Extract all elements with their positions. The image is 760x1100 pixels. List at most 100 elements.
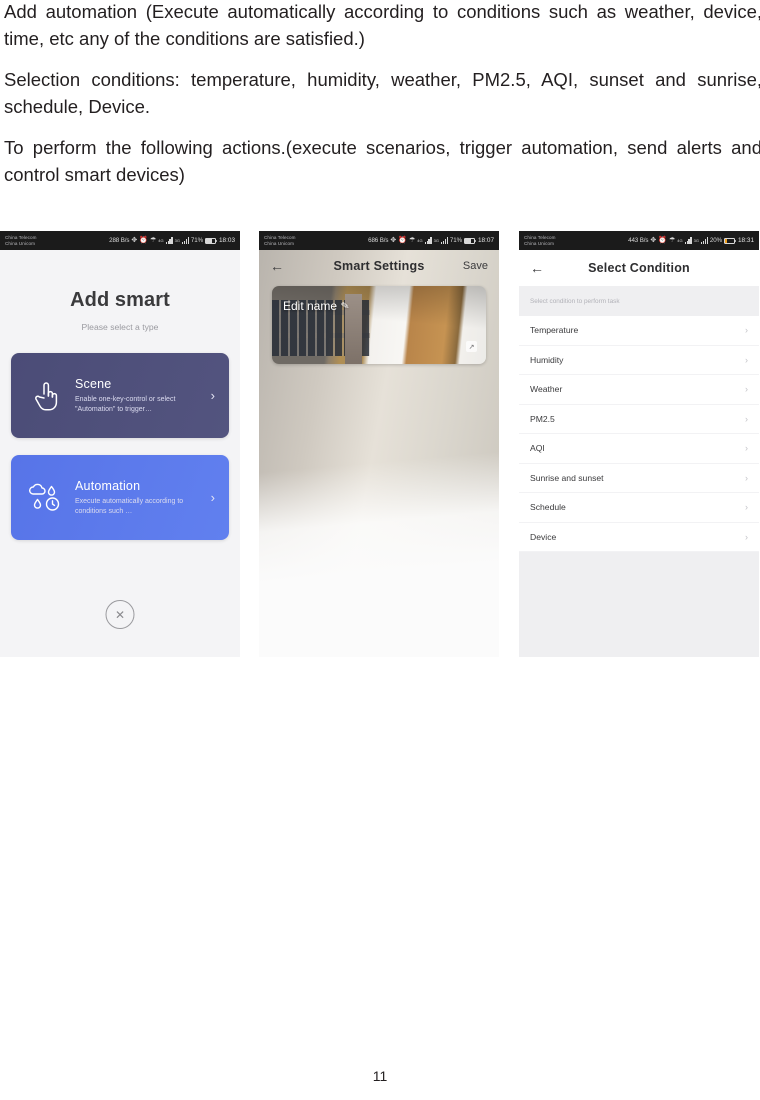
scene-card-desc: Enable one-key-control or select "Automa…: [75, 395, 176, 413]
chevron-right-icon: ›: [745, 443, 748, 454]
sim2-label: 3G: [174, 238, 180, 243]
condition-row-sunrise-sunset[interactable]: Sunrise and sunset ›: [519, 463, 759, 493]
condition-label: Device: [530, 531, 557, 542]
sim1-label: 4G: [417, 238, 423, 243]
carrier-line-2: China Unicom: [264, 240, 295, 246]
chevron-right-icon: ›: [210, 490, 215, 505]
wifi-icon: ☂: [409, 237, 416, 244]
clock: 18:07: [478, 237, 494, 244]
battery-icon: [724, 237, 737, 244]
pencil-icon: ✎: [340, 299, 351, 313]
add-smart-screen: Add smart Please select a type Scene Ena…: [0, 250, 240, 657]
weather-clock-icon: [23, 475, 69, 521]
battery-icon: [464, 237, 477, 244]
edit-name-label: Edit name: [283, 299, 338, 313]
document-body: Add automation (Execute automatically ac…: [0, 0, 760, 188]
condition-label: Sunrise and sunset: [530, 472, 604, 483]
chevron-right-icon: ›: [745, 502, 748, 513]
cover-photo[interactable]: Edit name ✎ ↗: [272, 286, 486, 364]
phone-screenshot-smart-settings: China Telecom China Unicom 686 B/s ✥ ⏰ ☂…: [259, 231, 499, 657]
carrier-line-2: China Unicom: [5, 240, 36, 246]
wifi-icon: ☂: [669, 237, 676, 244]
condition-label: AQI: [530, 443, 545, 454]
condition-row-device[interactable]: Device ›: [519, 522, 759, 552]
page-title: Add smart: [70, 289, 170, 311]
back-arrow-icon[interactable]: ←: [270, 259, 284, 273]
edit-name-control[interactable]: Edit name ✎: [283, 299, 351, 313]
carrier-label: China Telecom China Unicom: [5, 235, 37, 246]
automation-card-title: Automation: [75, 478, 141, 493]
select-condition-screen: ← Select Condition Select condition to p…: [519, 250, 759, 657]
phone-screenshot-add-smart: China Telecom China Unicom 288 B/s ✥ ⏰ ☂…: [0, 231, 240, 657]
scene-card[interactable]: Scene Enable one-key-control or select "…: [11, 353, 229, 438]
paragraph-3: To perform the following actions.(execut…: [4, 137, 760, 185]
alarm-icon: ⏰: [658, 237, 667, 244]
back-arrow-icon[interactable]: ←: [530, 261, 544, 275]
signal-bars-sim1: [684, 237, 692, 244]
chevron-right-icon: ›: [745, 325, 748, 336]
page-subtitle: Please select a type: [81, 322, 159, 332]
chevron-right-icon: ›: [745, 472, 748, 483]
hand-tap-icon: [23, 373, 69, 419]
save-button[interactable]: Save: [463, 260, 488, 272]
carrier-line-2: China Unicom: [524, 240, 555, 246]
scene-card-text: Scene Enable one-key-control or select "…: [69, 377, 211, 415]
phone-screenshot-select-condition: China Telecom China Unicom 443 B/s ✥ ⏰ ☂…: [519, 231, 759, 657]
automation-card-desc: Execute automatically according to condi…: [75, 497, 184, 515]
status-icons: 288 B/s ✥ ⏰ ☂ 4G 3G 71% 18:03: [109, 237, 235, 244]
page-title: Select Condition: [588, 261, 690, 275]
close-icon: ✕: [114, 607, 126, 622]
battery-icon: [205, 237, 218, 244]
page-number: 11: [372, 1068, 388, 1084]
chevron-right-icon: ›: [745, 531, 748, 542]
condition-label: Weather: [530, 384, 563, 395]
smart-settings-screen: ← Smart Settings Save Edit name ✎ ↗ When…: [259, 250, 499, 657]
chevron-right-icon: ›: [745, 354, 748, 365]
bluetooth-icon: ✥: [131, 237, 138, 244]
condition-row-aqi[interactable]: AQI ›: [519, 434, 759, 464]
chevron-right-icon: ›: [745, 413, 748, 424]
status-bar: China Telecom China Unicom 443 B/s ✥ ⏰ ☂…: [519, 231, 759, 250]
condition-label: Schedule: [530, 502, 566, 513]
nav-bar: ← Smart Settings Save: [259, 250, 499, 282]
automation-card[interactable]: Automation Execute automatically accordi…: [11, 455, 229, 540]
signal-bars-sim2: [440, 237, 448, 244]
paragraph-1: Add automation (Execute automatically ac…: [4, 1, 760, 49]
status-icons: 686 B/s ✥ ⏰ ☂ 4G 3G 71% 18:07: [368, 237, 494, 244]
sim1-label: 4G: [158, 238, 164, 243]
chevron-right-icon: ›: [210, 388, 215, 403]
automation-card-text: Automation Execute automatically accordi…: [69, 479, 211, 517]
wifi-icon: ☂: [150, 237, 157, 244]
close-button[interactable]: ✕: [105, 600, 135, 629]
sim2-label: 3G: [693, 238, 699, 243]
nav-bar: ← Select Condition: [519, 250, 759, 286]
network-speed: 686 B/s: [368, 237, 389, 244]
network-speed: 288 B/s: [109, 237, 130, 244]
signal-bars-sim2: [181, 237, 189, 244]
battery-percent: 71%: [190, 237, 203, 244]
condition-row-schedule[interactable]: Schedule ›: [519, 493, 759, 523]
condition-label: Humidity: [530, 354, 564, 365]
carrier-label: China Telecom China Unicom: [524, 235, 556, 246]
paragraph-2: Selection conditions: temperature, humid…: [4, 69, 760, 117]
carrier-label: China Telecom China Unicom: [264, 235, 296, 246]
alarm-icon: ⏰: [139, 237, 148, 244]
bluetooth-icon: ✥: [390, 237, 397, 244]
signal-bars-sim1: [165, 237, 173, 244]
scene-card-title: Scene: [75, 376, 112, 391]
condition-row-weather[interactable]: Weather ›: [519, 375, 759, 405]
sim2-label: 3G: [433, 238, 439, 243]
signal-bars-sim2: [700, 237, 708, 244]
status-icons: 443 B/s ✥ ⏰ ☂ 4G 3G 20% 18:31: [628, 237, 754, 244]
bluetooth-icon: ✥: [650, 237, 657, 244]
clock: 18:31: [738, 237, 754, 244]
expand-photo-icon[interactable]: ↗: [466, 341, 477, 352]
section-hint: Select condition to perform task: [519, 286, 759, 316]
condition-row-pm25[interactable]: PM2.5 ›: [519, 404, 759, 434]
screenshot-strip: China Telecom China Unicom 288 B/s ✥ ⏰ ☂…: [0, 231, 760, 658]
condition-label: PM2.5: [530, 413, 555, 424]
condition-row-temperature[interactable]: Temperature ›: [519, 316, 759, 346]
condition-row-humidity[interactable]: Humidity ›: [519, 345, 759, 375]
section-hint-label: Select condition to perform task: [530, 297, 620, 305]
chevron-right-icon: ›: [745, 384, 748, 395]
